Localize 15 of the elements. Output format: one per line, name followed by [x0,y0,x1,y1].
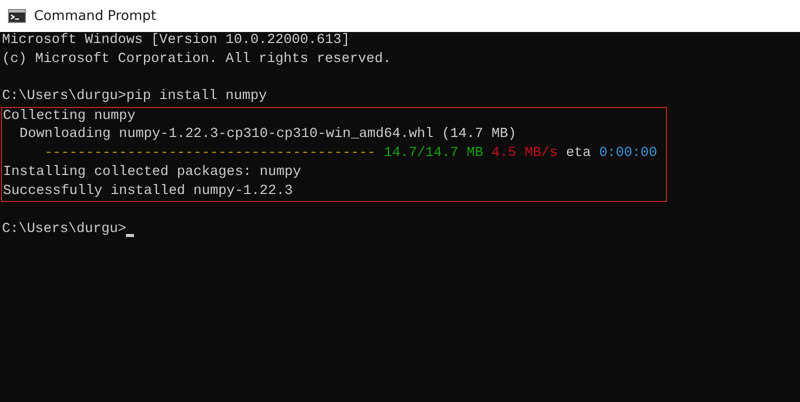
window-title: Command Prompt [34,8,156,24]
progress-text: 14.7/14.7 MB [382,145,484,164]
command-prompt: C:\Users\durgu> [2,220,126,239]
console-line: Collecting numpy [3,108,136,126]
terminal-icon [8,9,26,23]
console-line: C:\Users\durgu>pip install numpy [2,88,267,106]
console-line: Downloading numpy-1.22.3-cp310-cp310-win_amd64.whl (14.7 MB) [18,126,516,144]
console-line: (c) Microsoft Corporation. All rights reserved. [2,50,392,69]
progress-text: eta [565,145,591,164]
console-line: Microsoft Windows [Version 10.0.22000.613] [2,32,350,50]
progress-text: 0:00:00 [598,145,658,164]
console-line: Installing collected packages: numpy [3,164,302,182]
console-line: Successfully installed numpy-1.22.3 [3,182,293,200]
progress-text: ---------------------------------------- [43,145,376,164]
progress-text: 4.5 MB/s [490,145,558,164]
